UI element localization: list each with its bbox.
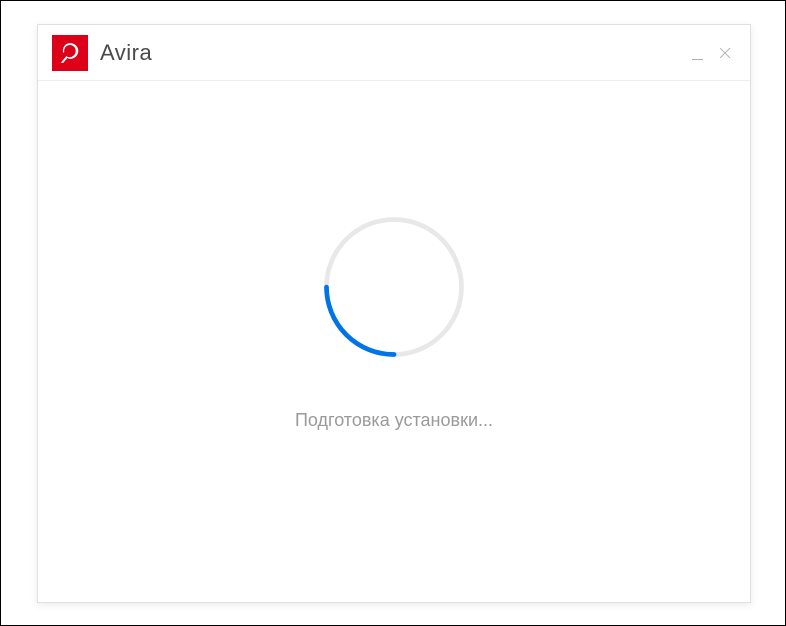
avira-logo-icon xyxy=(52,35,88,71)
installer-window: Avira Подготовка установки... xyxy=(37,24,751,603)
content-area: Подготовка установки... xyxy=(38,81,750,602)
loading-spinner-icon xyxy=(319,212,469,362)
close-button[interactable] xyxy=(718,46,732,60)
status-text: Подготовка установки... xyxy=(295,410,493,431)
titlebar: Avira xyxy=(38,25,750,81)
window-controls xyxy=(690,46,736,60)
minimize-button[interactable] xyxy=(690,46,704,60)
app-title: Avira xyxy=(100,40,152,66)
